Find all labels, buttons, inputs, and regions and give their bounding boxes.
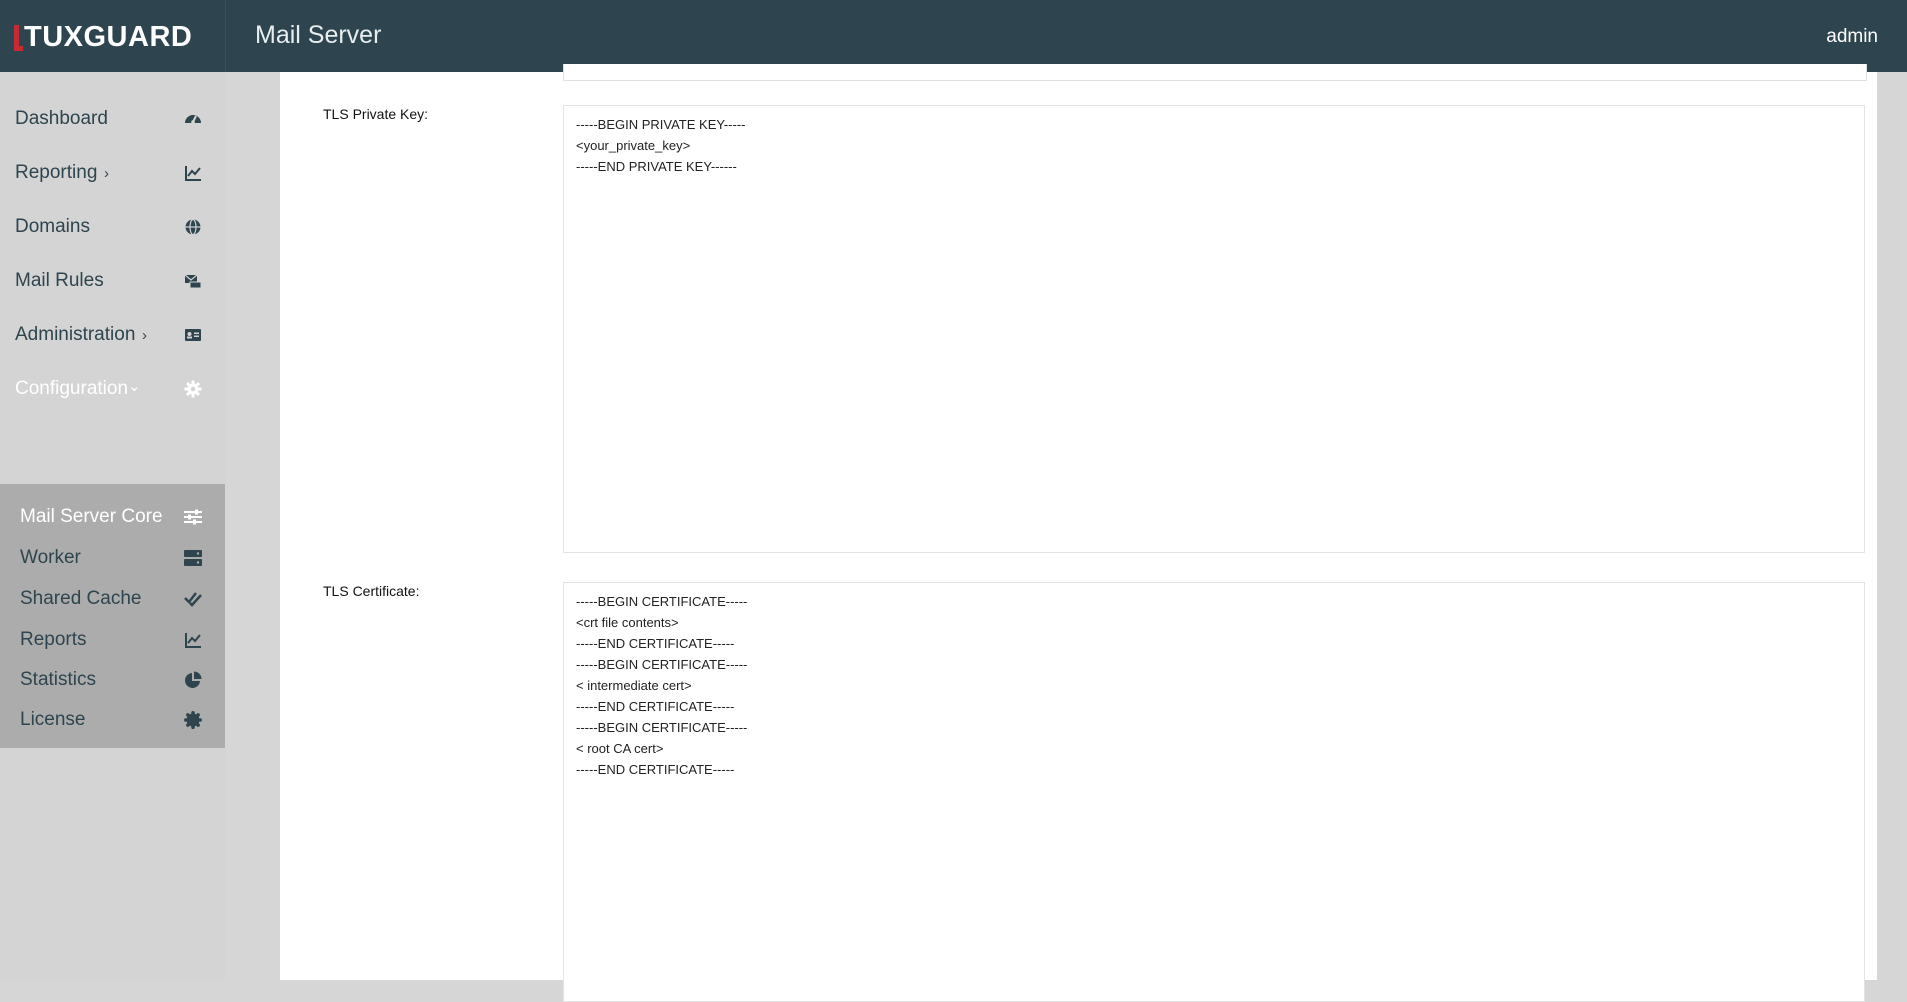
configuration-submenu: Mail Server Core Worker Shared Cache Rep…: [0, 484, 225, 748]
user-menu[interactable]: admin: [1826, 26, 1878, 48]
id-card-icon: [184, 326, 202, 344]
chart-line-icon: [184, 164, 202, 182]
submenu-item-label: Shared Cache: [20, 588, 142, 609]
sidebar-item-label: Administration: [15, 324, 136, 345]
submenu-item-license[interactable]: License: [0, 701, 225, 739]
submenu-item-mail-server-core[interactable]: Mail Server Core: [0, 498, 225, 536]
sidebar-item-label: Configuration: [15, 378, 129, 399]
sidebar-item-label: Mail Rules: [15, 270, 104, 291]
double-check-icon: [184, 590, 202, 608]
sidebar-item-domains[interactable]: Domains: [0, 202, 225, 252]
globe-icon: [184, 218, 202, 236]
logo-mark-icon: [14, 23, 23, 51]
submenu-item-label: Reports: [20, 629, 87, 650]
tls-private-key-textarea[interactable]: -----BEGIN PRIVATE KEY----- <your_privat…: [563, 105, 1865, 553]
sidebar-item-reporting[interactable]: Reporting ›: [0, 148, 225, 198]
main-content: TLS Private Key: -----BEGIN PRIVATE KEY-…: [280, 64, 1877, 1002]
logo-text: TUXGUARD: [24, 21, 193, 53]
app-title: Mail Server: [255, 21, 382, 49]
tls-certificate-label: TLS Certificate:: [323, 583, 420, 599]
page-scroll-gutter: [1877, 72, 1907, 980]
chart-line-icon: [184, 631, 202, 649]
submenu-item-label: Mail Server Core: [20, 506, 163, 527]
sliders-icon: [184, 508, 202, 526]
submenu-item-reports[interactable]: Reports: [0, 621, 225, 659]
submenu-item-label: Statistics: [20, 669, 97, 690]
previous-field-input[interactable]: [563, 64, 1867, 81]
certificate-icon: [184, 711, 202, 729]
header-divider: [225, 0, 226, 72]
sidebar-item-label: Dashboard: [15, 108, 108, 129]
submenu-item-shared-cache[interactable]: Shared Cache: [0, 580, 225, 618]
submenu-item-worker[interactable]: Worker: [0, 539, 225, 577]
sidebar-item-label: Reporting: [15, 162, 98, 183]
sidebar-item-label: Domains: [15, 216, 90, 237]
chevron-down-icon: ⌄: [128, 378, 141, 395]
sidebar: Dashboard Reporting › Domains Mail Rules…: [0, 72, 225, 980]
top-bar: TUXGUARD Mail Server admin: [0, 0, 1907, 72]
tuxguard-logo[interactable]: TUXGUARD: [14, 22, 192, 52]
sidebar-item-administration[interactable]: Administration ›: [0, 310, 225, 360]
tls-certificate-textarea[interactable]: -----BEGIN CERTIFICATE----- <crt file co…: [563, 582, 1865, 1002]
sidebar-item-configuration[interactable]: Configuration ⌄: [0, 364, 225, 414]
dashboard-icon: [184, 110, 202, 128]
tls-private-key-label: TLS Private Key:: [323, 106, 429, 122]
server-icon: [184, 549, 202, 567]
mail-rules-icon: [184, 272, 202, 290]
chevron-right-icon: ›: [142, 326, 147, 344]
chevron-right-icon: ›: [104, 164, 109, 182]
gear-icon: [184, 380, 202, 398]
sidebar-item-dashboard[interactable]: Dashboard: [0, 94, 225, 144]
submenu-item-statistics[interactable]: Statistics: [0, 661, 225, 699]
submenu-item-label: License: [20, 709, 86, 730]
submenu-item-label: Worker: [20, 547, 81, 568]
pie-chart-icon: [184, 671, 202, 689]
sidebar-item-mail-rules[interactable]: Mail Rules: [0, 256, 225, 306]
